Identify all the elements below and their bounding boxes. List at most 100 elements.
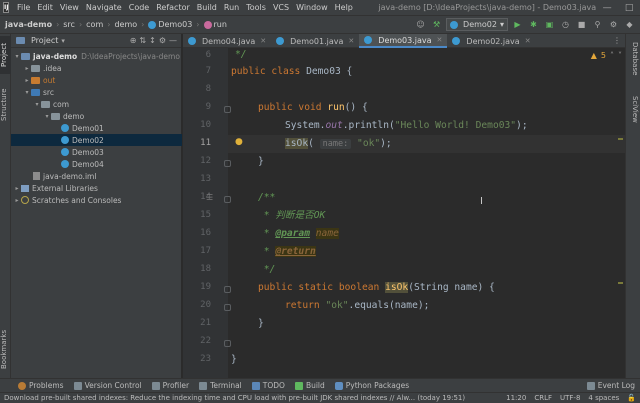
menu-help[interactable]: Help <box>331 3 356 12</box>
breadcrumb-demo[interactable]: demo <box>114 20 137 29</box>
chevron-up-icon[interactable]: ˄ <box>610 51 614 60</box>
tab-demo04[interactable]: Demo04.java ✕ <box>183 34 271 48</box>
close-tab-icon[interactable]: ✕ <box>437 36 443 44</box>
coverage-icon[interactable]: ▣ <box>543 18 556 31</box>
maximize-icon[interactable]: □ <box>618 3 640 13</box>
status-message[interactable]: Download pre-built shared indexes: Reduc… <box>0 394 502 402</box>
locate-icon[interactable]: ⊕ <box>130 36 137 45</box>
expand-arrow-icon[interactable]: ▾ <box>13 53 21 60</box>
tabs-more-icon[interactable]: ⋮ <box>613 34 625 47</box>
tree-item-java-demo[interactable]: ▾ java-demo D:\IdeaProjects\java-demo <box>11 50 182 62</box>
code-token-warning[interactable]: isOk <box>385 282 409 293</box>
scrollbar-warning-mark[interactable] <box>618 282 623 284</box>
inspection-widget[interactable]: ▲ 5 ˄ ˅ <box>591 51 622 60</box>
tool-window-profiler[interactable]: Profiler <box>147 381 194 390</box>
tool-window-event-log[interactable]: Event Log <box>582 381 640 390</box>
minimize-icon[interactable]: — <box>596 3 618 13</box>
close-tab-icon[interactable]: ✕ <box>348 37 354 45</box>
user-icon[interactable]: ☺ <box>414 18 427 31</box>
indent-setting[interactable]: 4 spaces <box>584 394 623 402</box>
profile-icon[interactable]: ◷ <box>559 18 572 31</box>
tree-item-out[interactable]: ▸ out <box>11 74 182 86</box>
close-tab-icon[interactable]: ✕ <box>525 37 531 45</box>
fold-marker-icon[interactable] <box>224 196 231 203</box>
tree-item-demo03[interactable]: Demo03 <box>11 146 182 158</box>
hide-panel-icon[interactable]: — <box>169 36 177 45</box>
fold-marker-icon[interactable] <box>224 340 231 347</box>
breadcrumb-class[interactable]: Demo03 <box>148 20 192 29</box>
menu-edit[interactable]: Edit <box>34 3 57 12</box>
tree-item-src[interactable]: ▾ src <box>11 86 182 98</box>
breadcrumb-method[interactable]: run <box>203 20 227 29</box>
fold-marker-icon[interactable] <box>224 304 231 311</box>
breadcrumb-com[interactable]: com <box>86 20 103 29</box>
menu-build[interactable]: Build <box>193 3 220 12</box>
tab-demo02[interactable]: Demo02.java ✕ <box>447 34 535 48</box>
settings-gear-icon[interactable]: ⚙ <box>607 18 620 31</box>
expand-all-icon[interactable]: ↕ <box>149 36 156 45</box>
menu-file[interactable]: File <box>13 3 33 12</box>
collapse-all-icon[interactable]: ⇅ <box>139 36 146 45</box>
scrollbar-warning-mark[interactable] <box>618 138 623 140</box>
close-tab-icon[interactable]: ✕ <box>260 37 266 45</box>
tree-item-external-libraries[interactable]: ▸ External Libraries <box>11 182 182 194</box>
breadcrumb-project[interactable]: java-demo <box>5 20 52 29</box>
tab-demo03[interactable]: Demo03.java ✕ <box>359 34 448 48</box>
tool-tab-structure[interactable]: Structure <box>0 80 11 130</box>
fold-marker-icon[interactable] <box>224 106 231 113</box>
menu-navigate[interactable]: Navigate <box>82 3 125 12</box>
line-separator[interactable]: CRLF <box>530 394 556 402</box>
code-editor[interactable]: 6 7 8 9 10 11 12 13 14 15 16 17 18 19 20… <box>183 48 625 378</box>
menu-code[interactable]: Code <box>125 3 152 12</box>
collapse-arrow-icon[interactable]: ▸ <box>13 197 21 204</box>
run-icon[interactable]: ▶ <box>511 18 524 31</box>
tool-window-problems[interactable]: Problems <box>0 381 69 390</box>
gear-icon[interactable]: ⚙ <box>159 36 166 45</box>
menu-tools[interactable]: Tools <box>243 3 270 12</box>
menu-vcs[interactable]: VCS <box>269 3 292 12</box>
menu-window[interactable]: Window <box>293 3 332 12</box>
tree-item-demo02[interactable]: Demo02 <box>11 134 182 146</box>
tree-item-demo04[interactable]: Demo04 <box>11 158 182 170</box>
project-panel-title[interactable]: Project <box>31 36 58 45</box>
code-token-warning[interactable]: isOk <box>285 138 309 149</box>
lightbulb-icon[interactable]: ● <box>235 137 243 147</box>
tab-demo01[interactable]: Demo01.java ✕ <box>271 34 359 48</box>
tree-item-demo[interactable]: ▾ demo <box>11 110 182 122</box>
expand-arrow-icon[interactable]: ▾ <box>33 101 41 108</box>
tool-tab-sciview[interactable]: SciView <box>628 96 639 136</box>
debug-icon[interactable]: ✱ <box>527 18 540 31</box>
fold-marker-icon[interactable] <box>224 160 231 167</box>
tool-tab-bookmarks[interactable]: Bookmarks <box>0 324 11 374</box>
tool-window-build[interactable]: Build <box>290 381 330 390</box>
tree-item-demo01[interactable]: Demo01 <box>11 122 182 134</box>
tool-window-terminal[interactable]: Terminal <box>194 381 247 390</box>
collapse-arrow-icon[interactable]: ▸ <box>23 65 31 72</box>
render-doc-icon[interactable]: ☰ <box>206 193 213 202</box>
tree-item-com[interactable]: ▾ com <box>11 98 182 110</box>
chevron-down-icon[interactable]: ˅ <box>618 51 622 60</box>
menu-view[interactable]: View <box>56 3 82 12</box>
tool-window-python-packages[interactable]: Python Packages <box>330 381 414 390</box>
lock-icon[interactable]: 🔓 <box>623 394 640 402</box>
tool-window-todo[interactable]: TODO <box>247 381 290 390</box>
tool-tab-database[interactable]: Database <box>628 42 639 86</box>
collapse-arrow-icon[interactable]: ▸ <box>13 185 21 192</box>
file-encoding[interactable]: UTF-8 <box>556 394 584 402</box>
expand-arrow-icon[interactable]: ▾ <box>23 89 31 96</box>
expand-arrow-icon[interactable]: ▾ <box>43 113 51 120</box>
chevron-down-icon[interactable]: ▾ <box>61 37 65 45</box>
build-hammer-icon[interactable]: ⚒ <box>430 18 443 31</box>
tree-item-scratches[interactable]: ▸ Scratches and Consoles <box>11 194 182 206</box>
tree-item-idea[interactable]: ▸ .idea <box>11 62 182 74</box>
search-everywhere-icon[interactable]: ⚲ <box>591 18 604 31</box>
tree-item-iml[interactable]: java-demo.iml <box>11 170 182 182</box>
caret-position[interactable]: 11:20 <box>502 394 530 402</box>
menu-refactor[interactable]: Refactor <box>153 3 194 12</box>
collapse-arrow-icon[interactable]: ▸ <box>23 77 31 84</box>
menu-run[interactable]: Run <box>220 3 242 12</box>
stop-icon[interactable]: ■ <box>575 18 588 31</box>
tool-tab-project[interactable]: Project <box>0 36 11 74</box>
fold-marker-icon[interactable] <box>224 286 231 293</box>
run-configuration-dropdown[interactable]: Demo02 ▾ <box>446 18 508 31</box>
